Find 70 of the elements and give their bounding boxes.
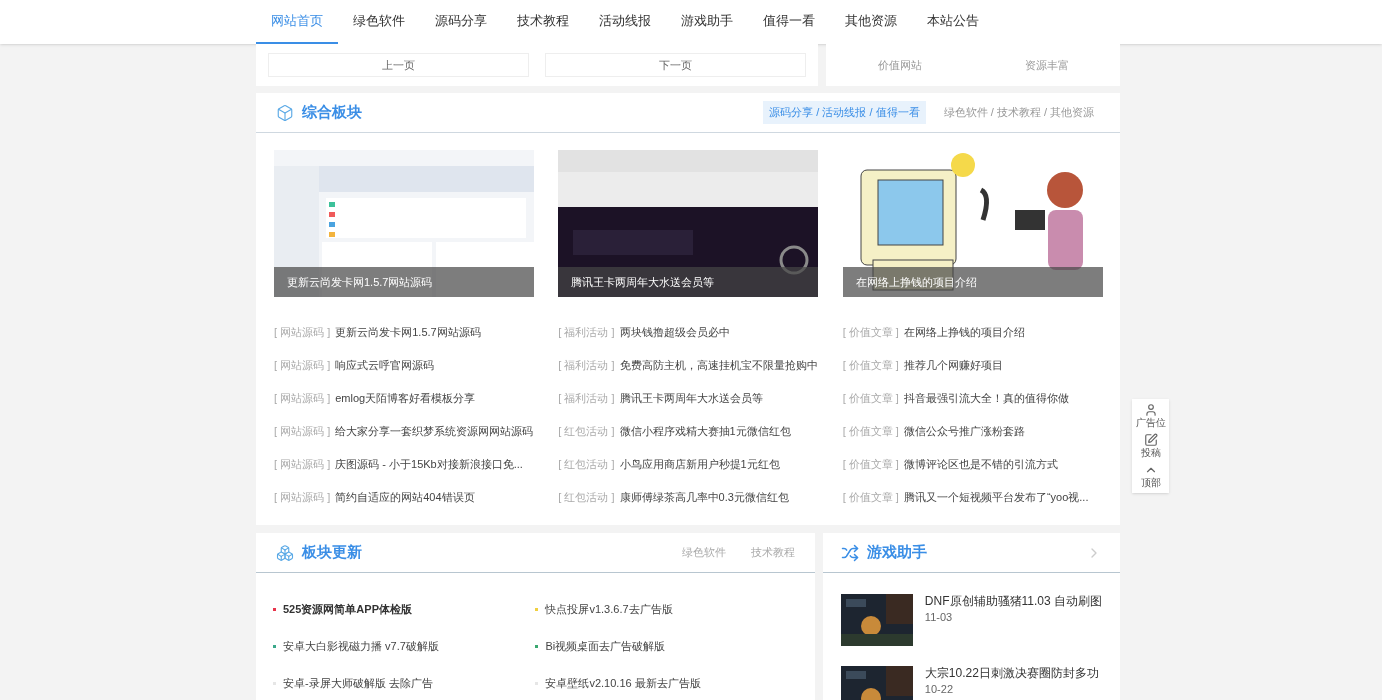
article-link[interactable]: emlog天陌博客好看模板分享 (335, 390, 476, 407)
article-link[interactable]: 微信公众号推广涨粉套路 (903, 423, 1025, 440)
boxes-icon (276, 543, 294, 562)
section-title: 综合板块 (302, 102, 362, 123)
image-caption: 在网络上挣钱的项目介绍 (855, 274, 977, 290)
game-title[interactable]: 大宗10.22日刺激决赛圈防封多功 (924, 666, 1099, 681)
toolbar-button[interactable]: 广告位 (1135, 403, 1166, 429)
nav-tab[interactable]: 其他资源 (830, 0, 912, 44)
article-link[interactable]: 响应式云呼官网源码 (335, 357, 435, 374)
category-tag: [ 价值文章 ] (842, 324, 899, 341)
update-link[interactable]: 安卓壁纸v2.10.16 最新去广告版 (545, 675, 701, 692)
toolbar-button[interactable]: 顶部 (1140, 463, 1161, 489)
next-page-button[interactable]: 下一页 (545, 53, 806, 77)
article-link[interactable]: 腾讯又一个短视频平台发布了“yoo视... (903, 489, 1089, 506)
category-tag: [ 红包活动 ] (558, 489, 615, 506)
image-caption: 腾讯王卡两周年大水送会员等 (571, 274, 715, 290)
game-title[interactable]: DNF原创辅助骚猪11.03 自动刷图 (924, 594, 1102, 609)
article-link[interactable]: 微信小程序戏精大赛抽1元微信红包 (619, 423, 791, 440)
update-link[interactable]: 快点投屏v1.3.6.7去广告版 (545, 601, 673, 618)
nav-tab[interactable]: 绿色软件 (338, 0, 420, 44)
category-tag: [ 价值文章 ] (842, 357, 899, 374)
category-tag: [ 福利活动 ] (558, 357, 615, 374)
article-link[interactable]: 简约自适应的网站404错误页 (335, 489, 475, 506)
article-link[interactable]: 给大家分享一套织梦系统资源网网站源码 (335, 423, 534, 440)
update-link[interactable]: 525资源网简单APP体检版 (283, 601, 412, 618)
edit-icon (1143, 433, 1158, 447)
article-link[interactable]: 推荐几个网赚好项目 (903, 357, 1003, 374)
article-link[interactable]: 抖音最强引流大全！真的值得你做 (903, 390, 1069, 407)
update-link[interactable]: 安卓大白影视磁力播 v7.7破解版 (283, 638, 439, 655)
shuffle-icon (840, 543, 859, 562)
category-tag: [ 福利活动 ] (558, 324, 615, 341)
nav-tab[interactable]: 源码分享 (420, 0, 502, 44)
update-link[interactable]: 安卓-录屏大师破解版 去除广告 (283, 675, 433, 692)
article-link[interactable]: 庆图源码 - 小于15Kb对接新浪接口免... (335, 456, 523, 473)
category-tag: [ 福利活动 ] (558, 390, 615, 407)
category-tag: [ 红包活动 ] (558, 423, 615, 440)
prev-page-button[interactable]: 上一页 (268, 53, 529, 77)
nav-tab[interactable]: 值得一看 (748, 0, 830, 44)
category-tag: [ 网站源码 ] (274, 324, 331, 341)
category-tag: [ 网站源码 ] (274, 456, 331, 473)
category-tag: [ 价值文章 ] (842, 423, 899, 440)
nav-tab[interactable]: 活动线报 (584, 0, 666, 44)
section-title: 游戏助手 (866, 542, 927, 563)
article-link[interactable]: 腾讯王卡两周年大水送会员等 (619, 390, 763, 407)
article-link[interactable]: 在网络上挣钱的项目介绍 (903, 324, 1025, 341)
user-icon (1143, 403, 1158, 417)
article-link[interactable]: 微博评论区也是不错的引流方式 (903, 456, 1058, 473)
article-link[interactable]: 两块钱撸超级会员必中 (619, 324, 730, 341)
article-link[interactable]: 康师傅绿茶高几率中0.3元微信红包 (619, 489, 789, 506)
category-tag: [ 网站源码 ] (274, 357, 331, 374)
category-tag: [ 红包活动 ] (558, 456, 615, 473)
nav-tab[interactable]: 技术教程 (502, 0, 584, 44)
category-tag: [ 网站源码 ] (274, 489, 331, 506)
toolbar-button[interactable]: 投稿 (1140, 433, 1161, 459)
category-tag: [ 网站源码 ] (274, 390, 331, 407)
category-tag: [ 价值文章 ] (842, 456, 899, 473)
cube-icon (276, 103, 294, 122)
nav-tab[interactable]: 本站公告 (912, 0, 994, 44)
category-tag: [ 价值文章 ] (842, 489, 899, 506)
article-link[interactable]: 小鸟应用商店新用户秒提1元红包 (619, 456, 780, 473)
nav-tab[interactable]: 游戏助手 (666, 0, 748, 44)
article-link[interactable]: 免费高防主机，高速挂机宝不限量抢购中 (619, 357, 818, 374)
game-date: 10-22 (924, 682, 954, 697)
category-tag: [ 价值文章 ] (842, 390, 899, 407)
article-link[interactable]: 更新云尚发卡网1.5.7网站源码 (335, 324, 481, 341)
game-date: 11-03 (924, 610, 954, 625)
update-link[interactable]: Bi视频桌面去广告破解版 (545, 638, 666, 655)
section-title: 板块更新 (302, 542, 362, 563)
category-tag: [ 网站源码 ] (274, 423, 331, 440)
image-caption: 更新云尚发卡网1.5.7网站源码 (287, 274, 433, 290)
